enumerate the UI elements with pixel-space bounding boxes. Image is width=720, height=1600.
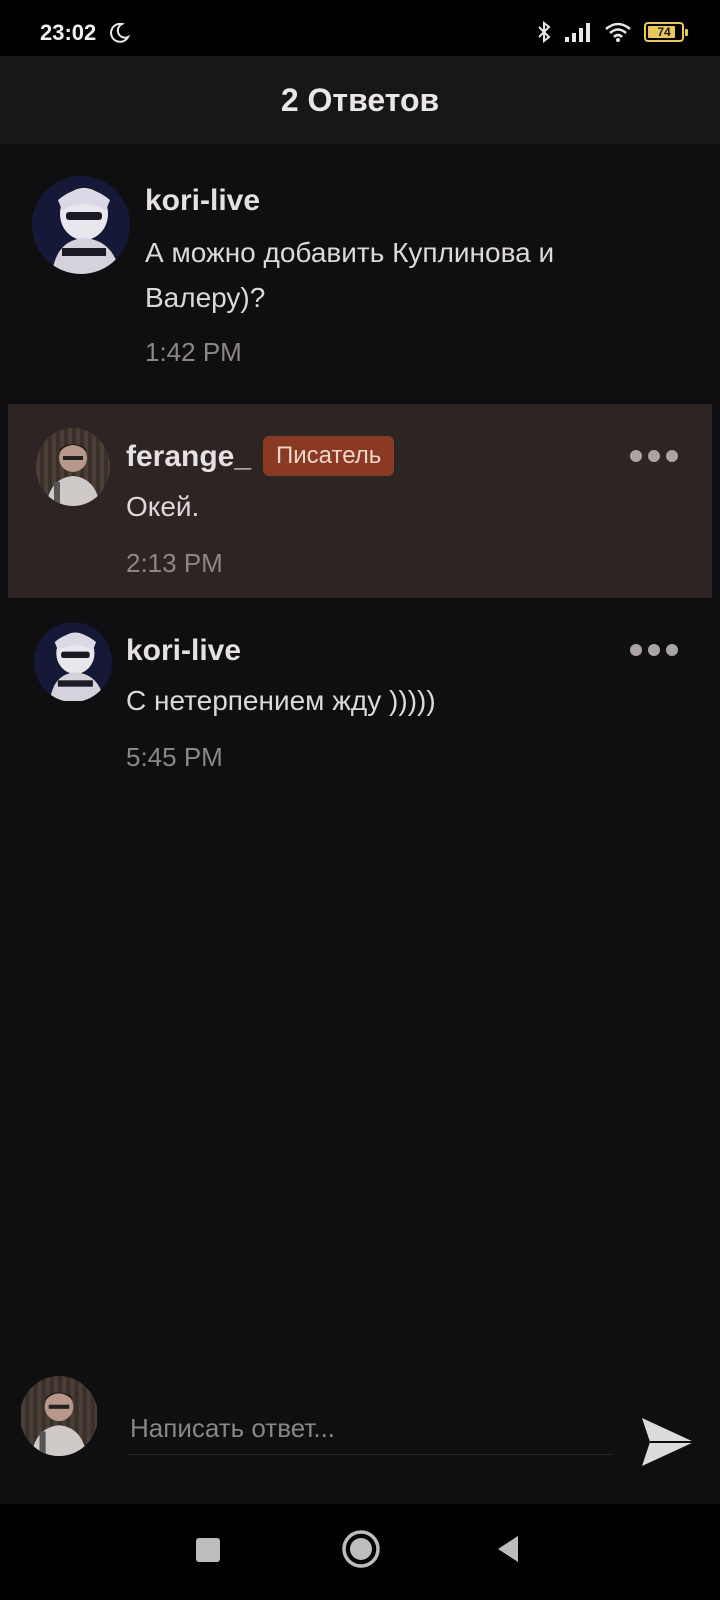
comment-time: 5:45 PM	[126, 742, 223, 772]
comment-username[interactable]: kori-live	[145, 184, 260, 218]
comment-message: С нетерпением жду )))))	[126, 685, 436, 716]
dot-icon	[630, 450, 642, 462]
comment-item: kori-live С нетерпением жду ))))) 5:45 P…	[8, 598, 712, 798]
avatar-image	[21, 1376, 97, 1456]
comment-message: Окей.	[126, 491, 200, 522]
status-time: 23:02	[40, 20, 97, 45]
dot-icon	[630, 644, 642, 656]
page-title: 2 Ответов	[280, 81, 440, 118]
dot-icon	[666, 644, 678, 656]
avatar	[20, 1376, 98, 1456]
avatar-image	[34, 623, 112, 701]
signal-icon	[565, 23, 590, 42]
avatar-image	[36, 428, 110, 506]
bluetooth-icon	[538, 20, 551, 44]
reply-composer	[0, 1376, 720, 1504]
navigation-bar	[0, 1504, 720, 1600]
comment-item-highlighted: ferange_ Писатель Окей. 2:13 PM	[8, 404, 712, 598]
dot-icon	[648, 644, 660, 656]
dot-icon	[666, 450, 678, 462]
home-icon[interactable]	[340, 1528, 382, 1570]
header: 2 Ответов	[0, 56, 720, 144]
recent-apps-icon[interactable]	[194, 1536, 222, 1564]
avatar[interactable]	[36, 428, 110, 506]
comment-message: А можно добавить Куплинова и Валеру)?	[145, 237, 555, 313]
avatar[interactable]	[32, 176, 130, 274]
wifi-icon	[605, 22, 631, 42]
comment-time: 1:42 PM	[145, 337, 242, 367]
moon-icon	[110, 22, 130, 43]
avatar-image	[32, 176, 130, 274]
avatar[interactable]	[34, 622, 112, 702]
reply-input[interactable]	[128, 1402, 612, 1455]
dot-icon	[648, 450, 660, 462]
battery-icon: 74	[644, 22, 688, 42]
battery-level: 74	[657, 25, 671, 39]
comment-username[interactable]: kori-live	[126, 634, 241, 668]
back-icon[interactable]	[494, 1534, 522, 1564]
status-bar: 23:02 74	[0, 0, 720, 56]
comment-item: kori-live А можно добавить Куплинова и В…	[8, 144, 712, 404]
comment-username[interactable]: ferange_	[126, 440, 251, 474]
send-icon[interactable]	[640, 1416, 696, 1468]
comment-time: 2:13 PM	[126, 548, 223, 578]
writer-badge: Писатель	[263, 436, 395, 476]
more-options-button[interactable]	[630, 644, 678, 656]
more-options-button[interactable]	[630, 450, 678, 462]
